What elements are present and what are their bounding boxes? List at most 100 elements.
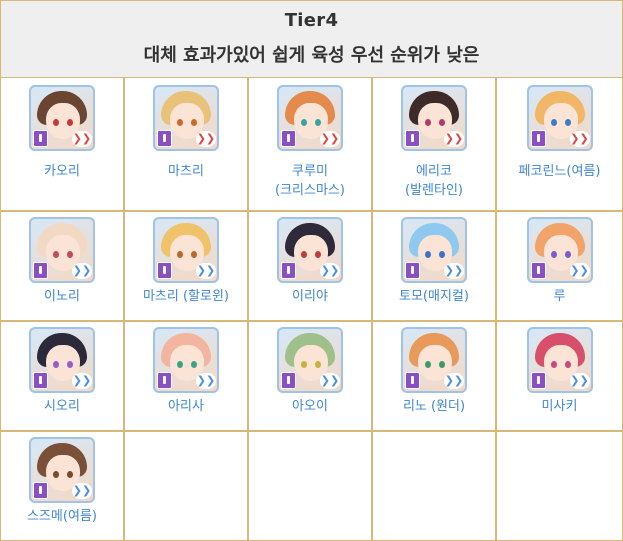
character-cell[interactable]: ❯❯ 에리코 (발렌타인) — [373, 78, 497, 212]
chevron-right-icon: ❯❯ — [444, 373, 464, 389]
chevron-right-icon: ❯❯ — [320, 263, 340, 279]
portrait-eye — [301, 119, 307, 126]
chevron-right-icon: ❯❯ — [196, 263, 216, 279]
character-portrait[interactable]: ❯❯ — [401, 217, 467, 283]
character-portrait[interactable]: ❯❯ — [277, 217, 343, 283]
character-name-link[interactable]: 스즈메(여름) — [1, 507, 123, 526]
portrait-eye — [315, 119, 321, 126]
portrait-eye — [191, 361, 197, 368]
character-portrait[interactable]: ❯❯ — [29, 437, 95, 503]
rarity-badge-icon — [530, 262, 546, 279]
character-cell[interactable]: ❯❯ 마츠리 (할로윈) — [125, 212, 249, 322]
character-portrait[interactable]: ❯❯ — [277, 327, 343, 393]
empty-cell — [249, 432, 373, 540]
rarity-badge-icon — [405, 130, 420, 147]
rarity-badge-icon — [33, 130, 48, 147]
portrait-eye — [67, 119, 73, 126]
character-portrait[interactable]: ❯❯ — [526, 327, 593, 393]
portrait-eye — [177, 251, 183, 258]
portrait-eye — [425, 251, 431, 258]
rarity-badge-icon — [157, 130, 172, 147]
empty-cell — [125, 432, 249, 540]
character-name-link[interactable]: 아리사 — [125, 397, 247, 416]
portrait-eye — [191, 251, 197, 258]
character-name-link[interactable]: 마츠리 (할로윈) — [125, 287, 247, 306]
character-cell[interactable]: ❯❯ 루 — [497, 212, 622, 322]
character-portrait[interactable]: ❯❯ — [526, 217, 593, 283]
portrait-eye — [67, 471, 73, 478]
character-cell[interactable]: ❯❯ 시오리 — [1, 322, 125, 432]
character-portrait[interactable]: ❯❯ — [29, 327, 95, 393]
character-portrait[interactable]: ❯❯ — [29, 217, 95, 283]
character-portrait[interactable]: ❯❯ — [277, 85, 343, 151]
portrait-eye — [425, 361, 431, 368]
character-cell[interactable]: ❯❯ 이노리 — [1, 212, 125, 322]
portrait-eye — [67, 361, 73, 368]
chevron-right-icon: ❯❯ — [196, 373, 216, 389]
portrait-eye — [564, 251, 571, 258]
chevron-right-icon: ❯❯ — [569, 131, 590, 147]
character-cell[interactable]: ❯❯ 토모(매지컬) — [373, 212, 497, 322]
rarity-badge-icon — [33, 482, 48, 499]
chevron-right-icon: ❯❯ — [320, 131, 340, 147]
rarity-badge-icon — [530, 372, 546, 389]
rarity-badge-icon — [281, 262, 296, 279]
portrait-eye — [564, 361, 571, 368]
character-name-link[interactable]: 리노 (원더) — [373, 397, 495, 416]
portrait-eye — [550, 251, 557, 258]
character-name-link[interactable]: 마츠리 — [125, 162, 247, 181]
character-cell[interactable]: ❯❯ 마츠리 — [125, 78, 249, 212]
character-portrait[interactable]: ❯❯ — [401, 327, 467, 393]
portrait-eye — [550, 361, 557, 368]
chevron-right-icon: ❯❯ — [444, 131, 464, 147]
portrait-eye — [315, 251, 321, 258]
character-portrait[interactable]: ❯❯ — [153, 327, 219, 393]
character-name-link[interactable]: 이노리 — [1, 287, 123, 306]
character-cell[interactable]: ❯❯ 카오리 — [1, 78, 125, 212]
character-name-link[interactable]: 토모(매지컬) — [373, 287, 495, 306]
chevron-right-icon: ❯❯ — [196, 131, 216, 147]
character-portrait[interactable]: ❯❯ — [153, 217, 219, 283]
character-portrait[interactable]: ❯❯ — [526, 85, 593, 151]
portrait-eye — [67, 251, 73, 258]
character-name-link[interactable]: 쿠루미 (크리스마스) — [249, 162, 371, 200]
portrait-eye — [301, 361, 307, 368]
character-cell[interactable]: ❯❯ 스즈메(여름) — [1, 432, 125, 540]
character-name-link[interactable]: 시오리 — [1, 397, 123, 416]
character-name-link[interactable]: 아오이 — [249, 397, 371, 416]
character-cell[interactable]: ❯❯ 아오이 — [249, 322, 373, 432]
rarity-badge-icon — [157, 262, 172, 279]
portrait-eye — [439, 119, 445, 126]
portrait-eye — [564, 119, 571, 126]
character-portrait[interactable]: ❯❯ — [153, 85, 219, 151]
character-name-link[interactable]: 카오리 — [1, 162, 123, 181]
rarity-badge-icon — [281, 372, 296, 389]
character-cell[interactable]: ❯❯ 이리야 — [249, 212, 373, 322]
character-portrait[interactable]: ❯❯ — [29, 85, 95, 151]
character-grid: ❯❯ 카오리 ❯❯ 마츠리 ❯❯ 쿠루미 (크리스마스) ❯❯ 에리코 (발렌타인) ❯❯ 페… — [1, 78, 622, 540]
character-name-link[interactable]: 미사키 — [497, 397, 622, 416]
character-cell[interactable]: ❯❯ 리노 (원더) — [373, 322, 497, 432]
portrait-eye — [53, 251, 59, 258]
character-name-link[interactable]: 루 — [497, 287, 622, 306]
character-cell[interactable]: ❯❯ 아리사 — [125, 322, 249, 432]
character-name-link[interactable]: 이리야 — [249, 287, 371, 306]
chevron-right-icon: ❯❯ — [569, 263, 590, 279]
chevron-right-icon: ❯❯ — [72, 263, 92, 279]
portrait-eye — [53, 361, 59, 368]
tier-title: Tier4 — [284, 10, 339, 31]
chevron-right-icon: ❯❯ — [72, 373, 92, 389]
portrait-eye — [315, 361, 321, 368]
portrait-eye — [191, 119, 197, 126]
tier-header: Tier4 대체 효과가있어 쉽게 육성 우선 순위가 낮은 — [1, 1, 622, 78]
character-cell[interactable]: ❯❯ 페코린느(여름) — [497, 78, 622, 212]
character-name-link[interactable]: 에리코 (발렌타인) — [373, 162, 495, 200]
character-name-link[interactable]: 페코린느(여름) — [497, 162, 622, 181]
portrait-eye — [425, 119, 431, 126]
character-cell[interactable]: ❯❯ 쿠루미 (크리스마스) — [249, 78, 373, 212]
character-portrait[interactable]: ❯❯ — [401, 85, 467, 151]
tier-subtitle: 대체 효과가있어 쉽게 육성 우선 순위가 낮은 — [143, 45, 480, 66]
character-cell[interactable]: ❯❯ 미사키 — [497, 322, 622, 432]
portrait-eye — [439, 251, 445, 258]
rarity-badge-icon — [530, 130, 546, 147]
